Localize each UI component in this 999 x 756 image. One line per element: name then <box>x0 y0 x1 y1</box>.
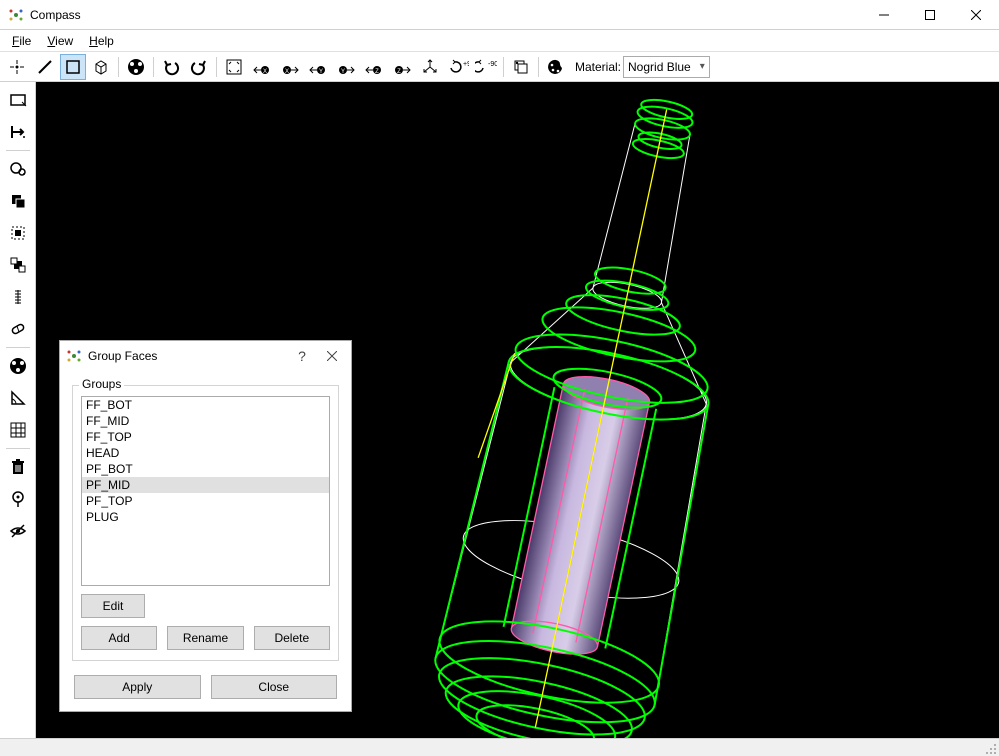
dialog-titlebar[interactable]: Group Faces ? <box>60 341 351 371</box>
select-edge-tool[interactable] <box>32 54 58 80</box>
pin-tool[interactable] <box>4 485 32 513</box>
copy-layers-button[interactable] <box>508 54 534 80</box>
svg-text:Y: Y <box>319 69 323 75</box>
svg-text:X: X <box>285 69 289 75</box>
rectangle-tool[interactable] <box>4 86 32 114</box>
dialog-title: Group Faces <box>88 349 287 363</box>
groups-listbox[interactable]: FF_BOTFF_MIDFF_TOPHEADPF_BOTPF_MIDPF_TOP… <box>81 396 330 586</box>
groups-label: Groups <box>79 377 124 391</box>
svg-text:X: X <box>263 69 267 75</box>
view-y-minus-button[interactable]: Y <box>305 54 331 80</box>
view-x-minus-button[interactable]: X <box>249 54 275 80</box>
list-item[interactable]: PF_BOT <box>82 461 329 477</box>
titlebar: Compass <box>0 0 999 30</box>
minimize-button[interactable] <box>861 0 907 30</box>
list-item[interactable]: PF_MID <box>82 477 329 493</box>
iso-view-button[interactable] <box>417 54 443 80</box>
rotate-plus90-button[interactable]: +90 <box>445 54 471 80</box>
delete-button[interactable]: Delete <box>254 626 330 650</box>
close-dialog-button[interactable]: Close <box>211 675 338 699</box>
maximize-button[interactable] <box>907 0 953 30</box>
svg-text:Z: Z <box>375 69 379 75</box>
list-item[interactable]: FF_BOT <box>82 397 329 413</box>
angle-tool[interactable] <box>4 384 32 412</box>
sphere-tool[interactable] <box>4 352 32 380</box>
view-x-plus-button[interactable]: X <box>277 54 303 80</box>
list-item[interactable]: HEAD <box>82 445 329 461</box>
transform-tool[interactable] <box>4 118 32 146</box>
redo-button[interactable] <box>186 54 212 80</box>
view-z-plus-button[interactable]: Z <box>389 54 415 80</box>
svg-text:-90: -90 <box>488 61 497 68</box>
material-label: Material: <box>575 60 621 74</box>
dashed-box-tool[interactable] <box>4 219 32 247</box>
circles-tool[interactable] <box>4 155 32 183</box>
menu-file[interactable]: File <box>4 32 39 50</box>
fit-view-button[interactable] <box>221 54 247 80</box>
circle-tool[interactable] <box>123 54 149 80</box>
svg-text:+90: +90 <box>463 61 469 68</box>
select-body-tool[interactable] <box>88 54 114 80</box>
menubar: File View Help <box>0 30 999 52</box>
group-faces-dialog: Group Faces ? Groups FF_BOTFF_MIDFF_TOPH… <box>59 340 352 712</box>
window-title: Compass <box>30 8 861 22</box>
close-button[interactable] <box>953 0 999 30</box>
resize-grip[interactable] <box>983 741 997 755</box>
palette-button[interactable] <box>543 54 569 80</box>
apply-button[interactable]: Apply <box>74 675 201 699</box>
svg-text:Z: Z <box>397 69 401 75</box>
dialog-close-button[interactable] <box>317 342 347 370</box>
dialog-icon <box>66 348 82 364</box>
add-button[interactable]: Add <box>81 626 157 650</box>
undo-button[interactable] <box>158 54 184 80</box>
list-item[interactable]: FF_MID <box>82 413 329 429</box>
menu-view[interactable]: View <box>39 32 81 50</box>
trash-tool[interactable] <box>4 453 32 481</box>
edit-button[interactable]: Edit <box>81 594 145 618</box>
rename-button[interactable]: Rename <box>167 626 243 650</box>
rotate-minus90-button[interactable]: -90 <box>473 54 499 80</box>
view-z-minus-button[interactable]: Z <box>361 54 387 80</box>
statusbar <box>0 738 999 756</box>
dialog-help-button[interactable]: ? <box>287 342 317 370</box>
material-select[interactable]: Nogrid Blue <box>623 56 710 78</box>
select-face-tool[interactable] <box>60 54 86 80</box>
grid-tool[interactable] <box>4 416 32 444</box>
pill-tool[interactable] <box>4 315 32 343</box>
select-point-tool[interactable] <box>4 54 30 80</box>
crop-tool[interactable] <box>4 251 32 279</box>
left-toolbar <box>0 82 36 756</box>
list-item[interactable]: PF_TOP <box>82 493 329 509</box>
layers-tool[interactable] <box>4 187 32 215</box>
svg-text:Y: Y <box>341 69 345 75</box>
app-icon <box>8 7 24 23</box>
eye-off-tool[interactable] <box>4 517 32 545</box>
zipper-tool[interactable] <box>4 283 32 311</box>
top-toolbar: X X Y Y Z Z +90 -90 Material: Nogrid Blu… <box>0 52 999 82</box>
list-item[interactable]: FF_TOP <box>82 429 329 445</box>
view-y-plus-button[interactable]: Y <box>333 54 359 80</box>
list-item[interactable]: PLUG <box>82 509 329 525</box>
menu-help[interactable]: Help <box>81 32 122 50</box>
